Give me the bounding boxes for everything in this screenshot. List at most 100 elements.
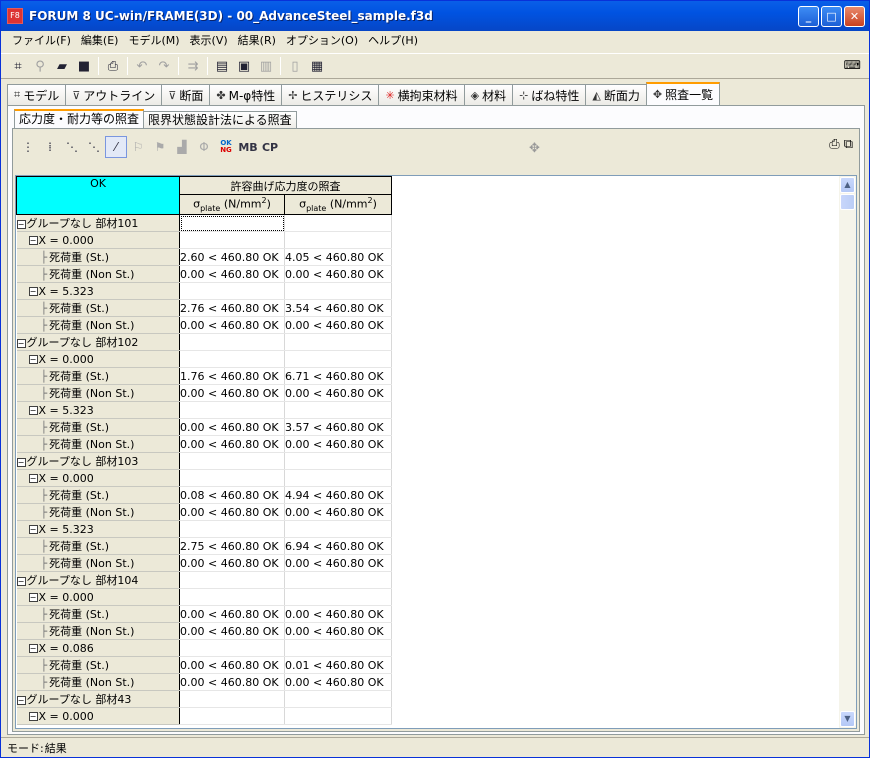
collapse-icon[interactable]: − (28, 355, 38, 364)
row-header[interactable]: ├ 死荷重 (St.) (16, 537, 180, 555)
table-row[interactable]: − X = 5.323 (16, 520, 392, 538)
table-row[interactable]: − グループなし 部材101 (16, 214, 392, 232)
cell-value-2[interactable]: 0.00 < 460.80 OK (284, 622, 392, 640)
cell-value-1[interactable] (179, 639, 285, 657)
cell-value-2[interactable]: 0.00 < 460.80 OK (284, 605, 392, 623)
collapse-icon[interactable]: − (16, 695, 26, 705)
collapse-icon[interactable]: − (28, 406, 38, 415)
row-header[interactable]: − X = 0.000 (16, 707, 180, 725)
tab-model[interactable]: ⌗ モデル (7, 84, 67, 105)
tree-level1-icon[interactable]: ⋮ (17, 136, 39, 158)
cell-value-2[interactable] (284, 350, 392, 368)
table-row[interactable]: ├ 死荷重 (Non St.) 0.00 < 460.80 OK 0.00 < 460… (16, 503, 392, 521)
cell-value-1[interactable]: 1.76 < 460.80 OK (179, 367, 285, 385)
table-row[interactable]: ├ 死荷重 (Non St.) 0.00 < 460.80 OK 0.00 < 460… (16, 622, 392, 640)
pen-toggle-icon[interactable]: ⁄ (105, 136, 127, 158)
open-folder-icon[interactable]: ▰ (51, 55, 73, 77)
row-header[interactable]: ├ 死荷重 (Non St.) (16, 316, 180, 334)
row-header[interactable]: ├ 死荷重 (Non St.) (16, 554, 180, 572)
table-row[interactable]: − グループなし 部材104 (16, 571, 392, 589)
table-row[interactable]: ├ 死荷重 (Non St.) 0.00 < 460.80 OK 0.00 < 460… (16, 384, 392, 402)
title-bar[interactable]: F8 FORUM 8 UC-win/FRAME(3D) - 00_Advance… (1, 1, 869, 31)
cell-value-2[interactable]: 3.54 < 460.80 OK (284, 299, 392, 317)
table-row[interactable]: ├ 死荷重 (St.) 0.08 < 460.80 OK 4.94 < 460.80 … (16, 486, 392, 504)
cell-value-2[interactable]: 4.94 < 460.80 OK (284, 486, 392, 504)
table-row[interactable]: − X = 0.000 (16, 707, 392, 725)
cell-value-2[interactable]: 0.00 < 460.80 OK (284, 554, 392, 572)
row-header[interactable]: − グループなし 部材103 (16, 452, 180, 470)
cell-value-2[interactable] (284, 231, 392, 249)
row-header[interactable]: − グループなし 部材102 (16, 333, 180, 351)
cell-value-1[interactable] (179, 350, 285, 368)
keyboard-icon[interactable]: ⌨ (844, 58, 861, 72)
cell-value-1[interactable]: 0.00 < 460.80 OK (179, 265, 285, 283)
row-header[interactable]: ├ 死荷重 (St.) (16, 656, 180, 674)
cell-value-1[interactable] (179, 452, 285, 470)
report-icon[interactable]: ▤ (211, 55, 233, 77)
row-header[interactable]: ├ 死荷重 (St.) (16, 367, 180, 385)
cell-value-2[interactable] (284, 571, 392, 589)
cell-value-2[interactable] (284, 690, 392, 708)
cell-value-2[interactable]: 6.71 < 460.80 OK (284, 367, 392, 385)
collapse-icon[interactable]: − (16, 219, 26, 229)
table-row[interactable]: ├ 死荷重 (St.) 2.75 < 460.80 OK 6.94 < 460.80 … (16, 537, 392, 555)
tab-check-list[interactable]: ✥ 照査一覧 (645, 82, 721, 105)
table-row[interactable]: ├ 死荷重 (St.) 0.00 < 460.80 OK 0.00 < 460.80 … (16, 605, 392, 623)
tab-material[interactable]: ◈ 材料 (463, 84, 514, 105)
cell-value-2[interactable]: 0.00 < 460.80 OK (284, 316, 392, 334)
subtab-1[interactable]: 限界状態設計法による照査 (143, 111, 297, 129)
subtab-0[interactable]: 応力度・耐力等の照査 (14, 109, 145, 129)
cp-button[interactable]: CP (259, 136, 281, 158)
cell-value-2[interactable] (284, 282, 392, 300)
cell-value-1[interactable] (179, 690, 285, 708)
row-header[interactable]: − X = 0.000 (16, 469, 180, 487)
table-row[interactable]: ├ 死荷重 (Non St.) 0.00 < 460.80 OK 0.00 < 460… (16, 265, 392, 283)
maximize-button[interactable]: □ (821, 6, 842, 27)
menu-item-6[interactable]: ヘルプ(H) (363, 32, 423, 50)
table-row[interactable]: − グループなし 部材102 (16, 333, 392, 351)
row-header[interactable]: ├ 死荷重 (Non St.) (16, 435, 180, 453)
tab-section-force[interactable]: ◭ 断面力 (585, 84, 647, 105)
tree-level3-icon[interactable]: ⋱ (61, 136, 83, 158)
cell-value-1[interactable] (179, 231, 285, 249)
zoom-disabled-icon[interactable]: ⚲ (29, 55, 51, 77)
table-row[interactable]: ├ 死荷重 (St.) 2.76 < 460.80 OK 3.54 < 460.80 … (16, 299, 392, 317)
scroll-up-button[interactable]: ▲ (840, 177, 855, 193)
menu-item-2[interactable]: モデル(M) (123, 32, 184, 50)
collapse-icon[interactable]: − (28, 712, 38, 721)
cell-value-1[interactable]: 0.00 < 460.80 OK (179, 435, 285, 453)
collapse-icon[interactable]: − (28, 236, 38, 245)
row-header[interactable]: − X = 5.323 (16, 401, 180, 419)
cell-value-1[interactable] (179, 707, 285, 725)
preview-icon[interactable]: ⎙ (829, 137, 839, 152)
tab-lateral-material[interactable]: ✳ 横拘束材料 (378, 84, 465, 105)
row-header[interactable]: ├ 死荷重 (St.) (16, 605, 180, 623)
row-header[interactable]: ├ 死荷重 (Non St.) (16, 622, 180, 640)
row-header[interactable]: ├ 死荷重 (Non St.) (16, 503, 180, 521)
table-row[interactable]: − グループなし 部材43 (16, 690, 392, 708)
cell-value-2[interactable]: 6.94 < 460.80 OK (284, 537, 392, 555)
row-header[interactable]: − X = 0.086 (16, 639, 180, 657)
tree-level4-icon[interactable]: ⋱ (83, 136, 105, 158)
cell-value-1[interactable] (179, 469, 285, 487)
cell-value-1[interactable] (179, 214, 285, 232)
cell-value-1[interactable]: 2.76 < 460.80 OK (179, 299, 285, 317)
table-row[interactable]: − X = 0.000 (16, 588, 392, 606)
table-row[interactable]: − グループなし 部材103 (16, 452, 392, 470)
menu-item-5[interactable]: オプション(O) (281, 32, 363, 50)
ok-header[interactable]: OK (16, 176, 180, 215)
cell-value-2[interactable]: 4.05 < 460.80 OK (284, 248, 392, 266)
table-row[interactable]: − X = 0.000 (16, 350, 392, 368)
tab-spring[interactable]: ⊹ ばね特性 (512, 84, 587, 105)
table-row[interactable]: ├ 死荷重 (St.) 0.00 < 460.80 OK 0.01 < 460.80 … (16, 656, 392, 674)
row-header[interactable]: − X = 0.000 (16, 231, 180, 249)
cell-value-1[interactable] (179, 588, 285, 606)
table-row[interactable]: ├ 死荷重 (Non St.) 0.00 < 460.80 OK 0.00 < 460… (16, 316, 392, 334)
collapse-icon[interactable]: − (28, 474, 38, 483)
cell-value-2[interactable] (284, 333, 392, 351)
cell-value-1[interactable]: 0.08 < 460.80 OK (179, 486, 285, 504)
menu-item-0[interactable]: ファイル(F) (7, 32, 76, 50)
menu-item-1[interactable]: 編集(E) (76, 32, 124, 50)
phi-disabled-icon[interactable]: Φ (193, 136, 215, 158)
document-icon[interactable]: ▯ (284, 55, 306, 77)
